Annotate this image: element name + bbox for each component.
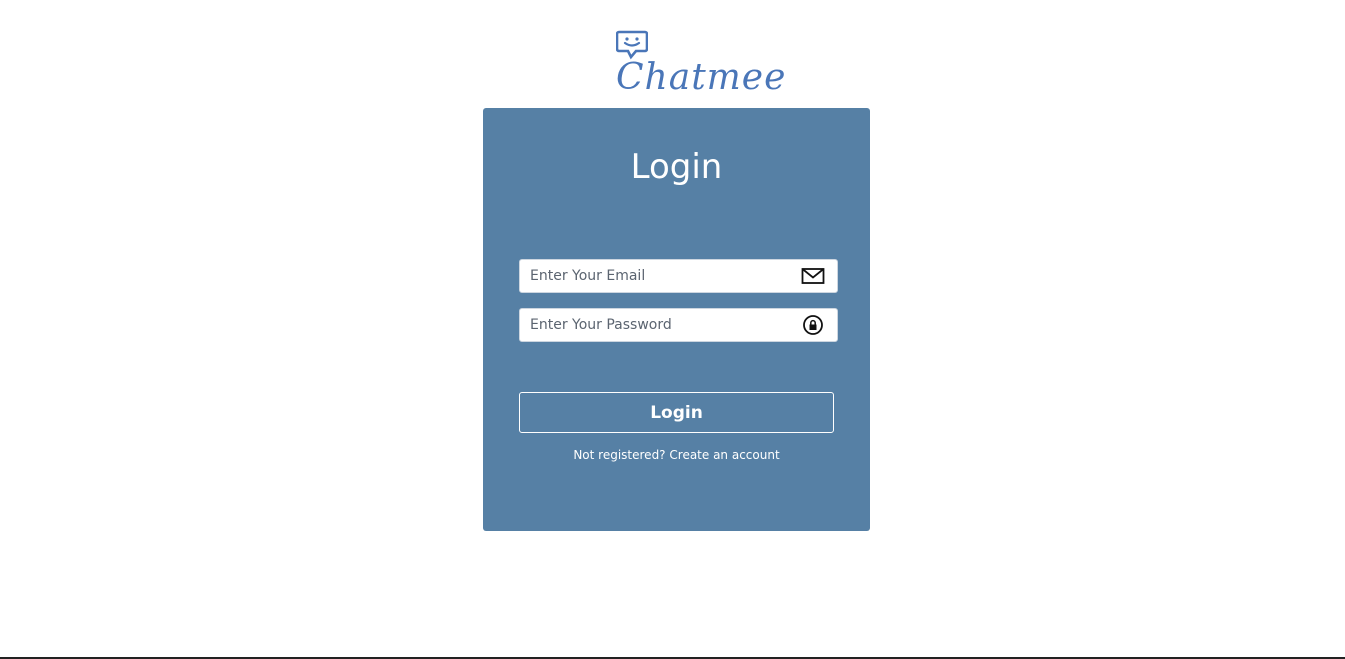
register-prompt-text: Not registered?: [573, 448, 666, 462]
create-account-link[interactable]: Create an account: [669, 448, 779, 462]
login-page: Chatmee Login Login Not registered? Crea…: [0, 0, 1345, 659]
email-input[interactable]: [520, 260, 800, 292]
brand-name: Chatmee: [616, 57, 787, 98]
register-prompt: Not registered? Create an account: [483, 447, 870, 463]
brand-logo: Chatmee: [614, 28, 785, 100]
chat-bubble-icon: [616, 30, 648, 60]
password-input[interactable]: [520, 309, 800, 341]
lock-icon: [803, 315, 823, 335]
page-title: Login: [630, 147, 723, 187]
email-field[interactable]: [519, 259, 838, 293]
login-button[interactable]: Login: [519, 392, 834, 433]
mail-icon: [801, 268, 825, 284]
password-field[interactable]: [519, 308, 838, 342]
